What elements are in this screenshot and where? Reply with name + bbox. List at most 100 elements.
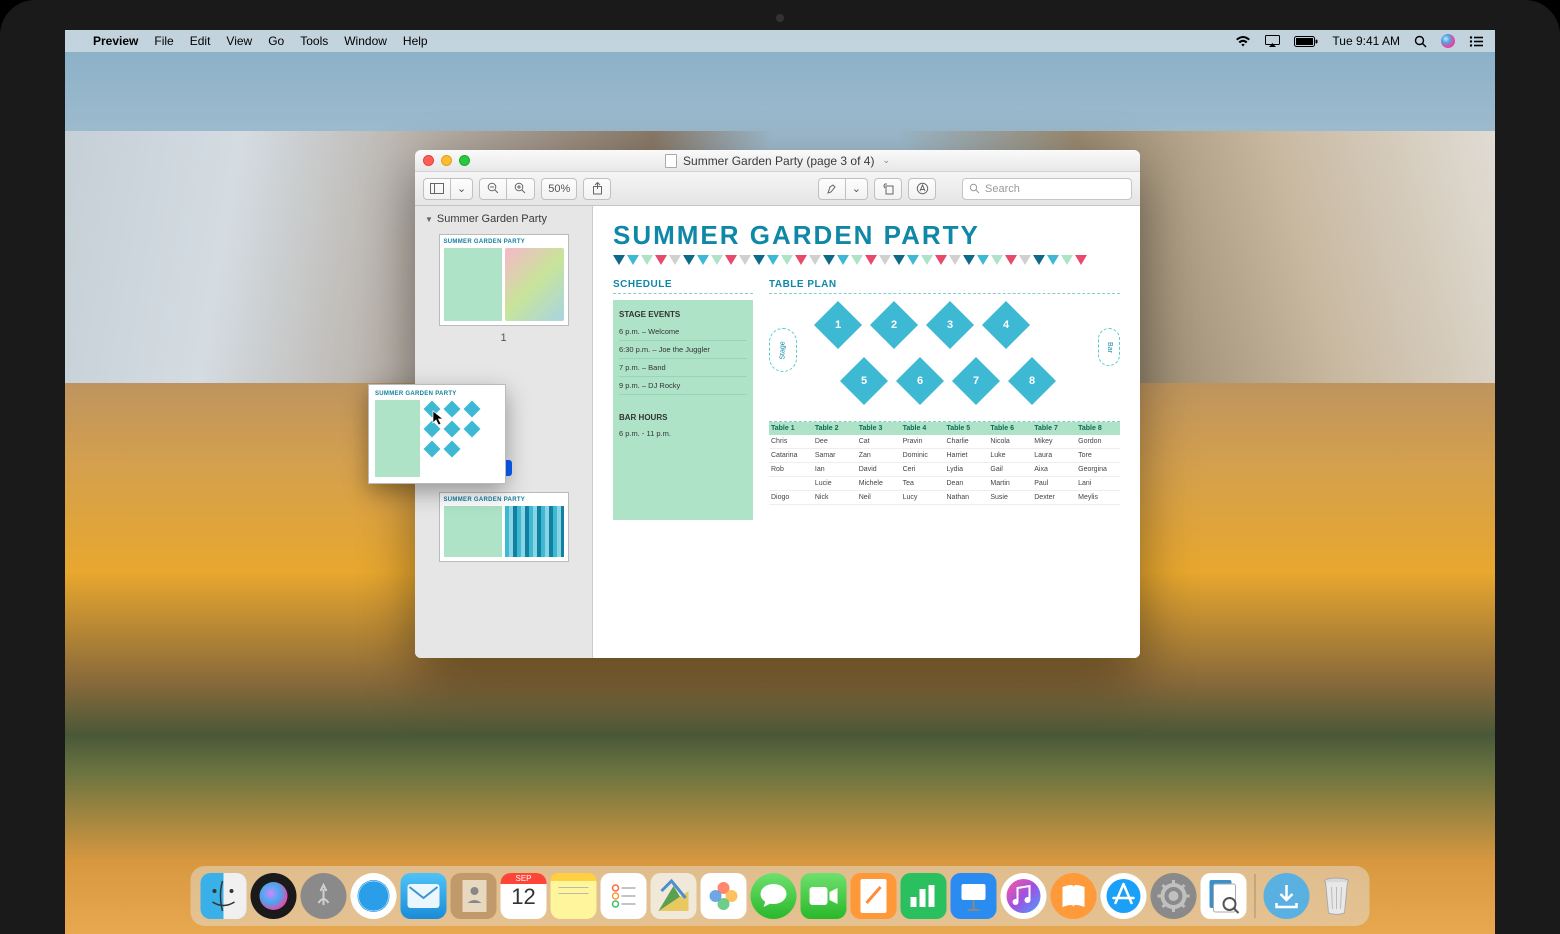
table-diagram: Stage Bar 12345678 [769,300,1120,415]
guest-cell: Dee [813,435,857,449]
minimize-button[interactable] [441,155,452,166]
guest-cell: Meylis [1076,491,1120,505]
guest-cell: Rob [769,463,813,477]
bunting-decoration [613,255,1120,273]
thumbnail-page-1[interactable]: SUMMER GARDEN PARTY [439,234,569,326]
menu-view[interactable]: View [226,34,252,48]
zoom-in-button[interactable] [507,178,535,200]
thumbnail-dragging[interactable]: SUMMER GARDEN PARTY [368,384,506,484]
rotate-button[interactable] [874,178,902,200]
zoom-button[interactable] [459,155,470,166]
bar-hours-label: BAR HOURS [619,413,747,422]
dock-calendar[interactable]: SEP12 [501,873,547,919]
table-header: Table 6 [988,422,1032,435]
dock-keynote[interactable] [951,873,997,919]
dock-pages[interactable] [851,873,897,919]
table-diamond: 1 [814,301,862,349]
document-page[interactable]: SUMMER GARDEN PARTY SCHEDULE STAGE EVENT… [593,206,1140,658]
stage-events-label: STAGE EVENTS [619,310,747,319]
close-button[interactable] [423,155,434,166]
table-diamond: 7 [952,357,1000,405]
notification-center-icon[interactable] [1469,36,1483,47]
dock-preview[interactable] [1201,873,1247,919]
guest-cell: Cat [857,435,901,449]
table-header: Table 8 [1076,422,1120,435]
guest-cell: Samar [813,449,857,463]
zoom-out-button[interactable] [479,178,507,200]
menu-edit[interactable]: Edit [190,34,211,48]
page-1-label: 1 [423,328,584,348]
schedule-event: 6:30 p.m. – Joe the Juggler [619,341,747,359]
guest-cell: Chris [769,435,813,449]
dock-mail[interactable] [401,873,447,919]
dock-system-preferences[interactable] [1151,873,1197,919]
markup-button[interactable] [908,178,936,200]
clock[interactable]: Tue 9:41 AM [1332,34,1400,48]
guest-cell: Susie [988,491,1032,505]
siri-icon[interactable] [1441,34,1455,48]
highlight-button[interactable] [818,178,846,200]
window-title: Summer Garden Party (page 3 of 4) ⌄ [665,154,890,168]
dock-photos[interactable] [701,873,747,919]
wifi-icon[interactable] [1235,36,1251,47]
guest-cell: Dominic [901,449,945,463]
dock-maps[interactable] [651,873,697,919]
dock-numbers[interactable] [901,873,947,919]
dock-safari[interactable] [351,873,397,919]
sidebar-doc-title[interactable]: ▼Summer Garden Party [423,210,584,228]
disclosure-triangle-icon[interactable]: ▼ [425,215,433,224]
title-chevron-icon[interactable]: ⌄ [882,155,890,166]
dock-messages[interactable] [751,873,797,919]
guest-cell: Lydia [945,463,989,477]
search-field[interactable]: Search [962,178,1132,200]
battery-icon[interactable] [1294,36,1318,47]
bar-hours-value: 6 p.m. - 11 p.m. [619,426,747,438]
guest-cell: Tore [1076,449,1120,463]
schedule-heading: SCHEDULE [613,279,753,294]
table-header: Table 5 [945,422,989,435]
dock-downloads[interactable] [1264,873,1310,919]
preview-window: Summer Garden Party (page 3 of 4) ⌄ ⌄ 50… [415,150,1140,658]
table-diamond: 6 [896,357,944,405]
menu-file[interactable]: File [154,34,173,48]
spotlight-icon[interactable] [1414,35,1427,48]
menu-help[interactable]: Help [403,34,428,48]
titlebar[interactable]: Summer Garden Party (page 3 of 4) ⌄ [415,150,1140,172]
guest-cell: Michele [857,477,901,491]
dock-siri[interactable] [251,873,297,919]
dock-finder[interactable] [201,873,247,919]
document-proxy-icon[interactable] [665,154,677,168]
guest-cell: Harriet [945,449,989,463]
table-diamond: 3 [926,301,974,349]
dock-reminders[interactable] [601,873,647,919]
highlight-menu[interactable]: ⌄ [846,178,868,200]
table-diamond: 4 [982,301,1030,349]
guest-table: Table 1Table 2Table 3Table 4Table 5Table… [769,421,1120,505]
guest-cell: Laura [1032,449,1076,463]
share-button[interactable] [583,178,611,200]
dock-notes[interactable] [551,873,597,919]
bar-marker: Bar [1098,328,1120,366]
dock-itunes[interactable] [1001,873,1047,919]
guest-cell [769,477,813,491]
table-header: Table 7 [1032,422,1076,435]
guest-cell: Nick [813,491,857,505]
dock-trash[interactable] [1314,873,1360,919]
sidebar-view-menu[interactable]: ⌄ [451,178,473,200]
thumbnail-page-4[interactable]: SUMMER GARDEN PARTY [439,492,569,562]
sidebar-view-button[interactable] [423,178,451,200]
dock-contacts[interactable] [451,873,497,919]
app-menu[interactable]: Preview [93,34,138,48]
dock-ibooks[interactable] [1051,873,1097,919]
menu-tools[interactable]: Tools [300,34,328,48]
search-placeholder: Search [985,183,1020,195]
toolbar: ⌄ 50% ⌄ Search [415,172,1140,206]
dock-appstore[interactable] [1101,873,1147,919]
zoom-level[interactable]: 50% [541,178,577,200]
dock-separator [1255,874,1256,918]
menu-go[interactable]: Go [268,34,284,48]
dock-launchpad[interactable] [301,873,347,919]
airplay-icon[interactable] [1265,35,1280,47]
dock-facetime[interactable] [801,873,847,919]
menu-window[interactable]: Window [344,34,387,48]
